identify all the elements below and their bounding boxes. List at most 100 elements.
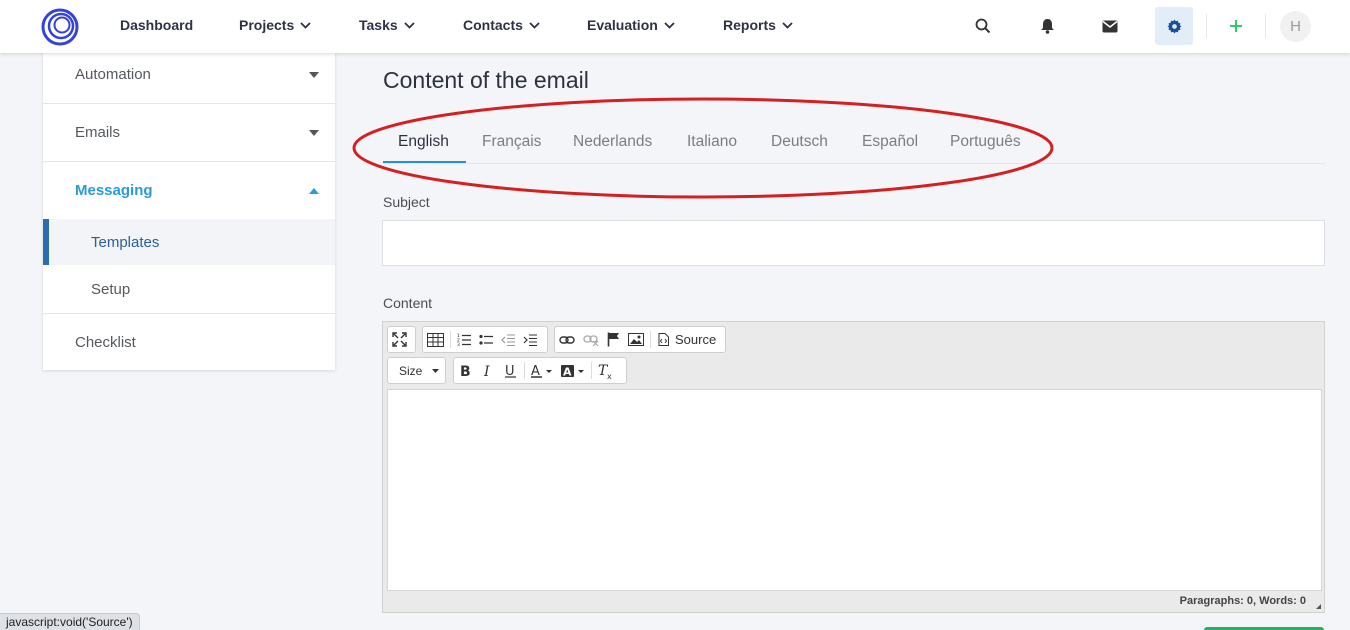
caret-down-icon [309,130,319,136]
messages-button[interactable] [1091,7,1129,45]
underline-button[interactable]: U [499,358,522,383]
settings-sidebar: Automation Emails Messaging Templates Se… [43,47,335,370]
indent-icon [523,334,537,346]
unlink-button[interactable] [579,327,603,352]
chevron-down-icon [782,22,793,29]
svg-text:x: x [607,372,612,379]
page-title: Content of the email [383,67,589,93]
top-navbar: Dashboard Projects Tasks Contacts Evalua… [0,0,1350,53]
outdent-button[interactable] [497,327,519,352]
outdent-icon [501,334,515,346]
subject-input[interactable] [382,220,1325,266]
table-button[interactable] [423,327,448,352]
nav-evaluation[interactable]: Evaluation [587,17,675,33]
nav-projects[interactable]: Projects [239,17,311,33]
caret-down-icon [432,368,440,373]
tab-espanol[interactable]: Español [862,133,918,151]
table-icon [427,332,444,347]
editor-content-area[interactable] [387,389,1322,591]
toolbar-group-format: B I U A A Tx [453,357,627,384]
chevron-down-icon [300,22,311,29]
nav-dashboard[interactable]: Dashboard [120,17,193,33]
text-color-button[interactable]: A [527,358,557,383]
avatar[interactable]: H [1280,11,1311,42]
nav-tasks[interactable]: Tasks [359,17,415,33]
numbered-list-button[interactable]: 123 [453,327,475,352]
anchor-flag-icon [607,332,619,347]
sidebar-subitem-setup[interactable]: Setup [43,266,335,312]
sidebar-item-label: Messaging [75,182,153,199]
gear-icon [1166,18,1182,34]
envelope-icon [1102,20,1118,32]
caret-up-icon [309,188,319,194]
source-button[interactable]: Source [653,327,721,352]
bell-icon [1040,19,1054,34]
logo-icon[interactable] [41,8,79,46]
source-icon [658,333,669,346]
italic-button[interactable]: I [477,358,499,383]
tab-deutsch[interactable]: Deutsch [771,133,828,151]
bulleted-list-button[interactable] [475,327,497,352]
sidebar-item-automation[interactable]: Automation [43,47,335,103]
link-icon [559,335,575,344]
nav-tasks-label: Tasks [359,17,398,33]
nav-dashboard-label: Dashboard [120,17,194,33]
bold-icon: B [460,364,471,377]
sidebar-item-label: Checklist [75,334,136,351]
avatar-initial: H [1290,18,1301,35]
settings-button[interactable] [1155,7,1193,45]
remove-format-button[interactable]: Tx [594,358,618,383]
indent-button[interactable] [519,327,541,352]
nav-reports[interactable]: Reports [723,17,793,33]
plus-icon [1230,20,1242,32]
background-color-button[interactable]: A [557,358,589,383]
content-label: Content [383,295,433,311]
svg-text:A: A [563,365,572,378]
nav-reports-label: Reports [723,17,776,33]
toolbar-group-view [387,326,416,353]
chevron-down-icon [404,22,415,29]
browser-status-url: javascript:void('Source') [0,613,140,630]
subject-label: Subject [383,194,430,210]
svg-text:U: U [505,364,515,378]
sidebar-subitem-templates[interactable]: Templates [43,219,335,265]
link-button[interactable] [555,327,579,352]
notifications-button[interactable] [1028,7,1066,45]
chevron-down-icon [529,22,540,29]
tab-english[interactable]: English [398,133,449,151]
size-dropdown[interactable]: Size [387,357,446,384]
toolbar-group-insert: Source [554,326,726,353]
sidebar-item-messaging[interactable]: Messaging [43,162,335,219]
text-color-icon: A [531,364,552,378]
sidebar-item-emails[interactable]: Emails [43,104,335,161]
nav-divider [1265,14,1266,38]
bold-button[interactable]: B [454,358,477,383]
background-color-icon: A [561,364,584,378]
sidebar-item-label: Automation [75,66,151,83]
bulleted-list-icon [479,334,493,345]
nav-evaluation-label: Evaluation [587,17,658,33]
svg-text:A: A [531,364,540,378]
size-label: Size [399,363,423,378]
search-button[interactable] [964,7,1002,45]
anchor-button[interactable] [603,327,624,352]
image-button[interactable] [624,327,648,352]
caret-down-icon [309,72,319,78]
rich-text-editor: 123 Source Size B I U A A T x Paragraphs… [382,321,1325,613]
remove-format-icon: Tx [598,363,612,379]
sidebar-subitem-label: Templates [91,234,160,251]
active-tab-indicator [383,161,466,163]
tab-portugues[interactable]: Português [950,133,1021,151]
chevron-down-icon [664,22,675,29]
resize-handle-icon[interactable] [1316,604,1321,609]
tab-nederlands[interactable]: Nederlands [573,133,652,151]
add-button[interactable] [1217,7,1255,45]
numbered-list-icon: 123 [457,333,471,346]
tab-francais[interactable]: Français [482,133,541,151]
image-icon [628,333,644,346]
tab-italiano[interactable]: Italiano [687,133,737,151]
maximize-button[interactable] [388,327,411,352]
toolbar-group-lists: 123 [422,326,548,353]
sidebar-item-checklist[interactable]: Checklist [43,314,335,370]
nav-contacts[interactable]: Contacts [463,17,540,33]
